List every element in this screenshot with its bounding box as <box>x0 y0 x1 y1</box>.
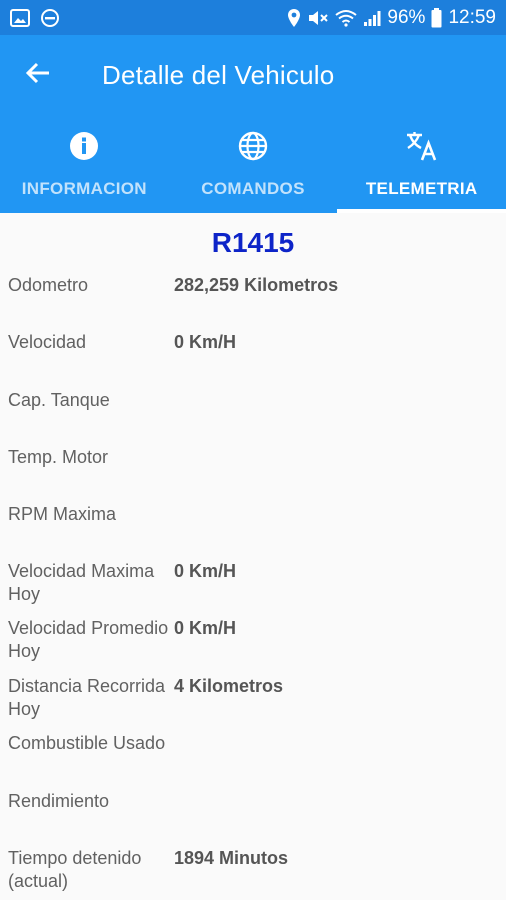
telemetry-value: 0 Km/H <box>174 618 237 638</box>
telemetry-row-combustible-usado: Combustible Usado <box>0 732 506 755</box>
telemetry-label: Temp. Motor <box>8 447 109 467</box>
telemetry-label: Tiempo detenido (actual) <box>8 848 142 891</box>
arrow-back-icon <box>25 61 51 90</box>
back-button[interactable] <box>8 45 68 105</box>
telemetry-value: 4 Kilometros <box>174 676 284 696</box>
tab-label: COMANDOS <box>201 179 305 198</box>
telemetry-label: Distancia Recorrida Hoy <box>8 676 166 719</box>
telemetry-label: Combustible Usado <box>8 733 166 753</box>
mute-icon <box>307 8 329 28</box>
tab-bar: INFORMACION COMANDOS TELEMETRIA <box>0 115 506 213</box>
telemetry-label: Rendimiento <box>8 791 110 811</box>
tab-telemetria[interactable]: TELEMETRIA <box>337 115 506 213</box>
telemetry-row-velocidad-maxima-hoy: Velocidad Maxima Hoy 0 Km/H <box>0 560 506 606</box>
telemetry-row-odometro: Odometro 282,259 Kilometros <box>0 274 506 297</box>
telemetry-row-rpm-maxima: RPM Maxima <box>0 503 506 526</box>
do-not-disturb-icon <box>40 8 60 28</box>
status-bar: 96% 12:59 <box>0 0 506 35</box>
telemetry-label: Odometro <box>8 275 89 295</box>
telemetry-row-distancia-recorrida-hoy: Distancia Recorrida Hoy 4 Kilometros <box>0 675 506 721</box>
signal-icon <box>363 9 381 27</box>
telemetry-label: Velocidad <box>8 332 87 352</box>
telemetry-label: Cap. Tanque <box>8 390 110 410</box>
tab-label: TELEMETRIA <box>365 179 478 198</box>
telemetry-label: Velocidad Promedio Hoy <box>8 618 169 661</box>
tab-comandos[interactable]: COMANDOS <box>169 115 338 213</box>
battery-percent: 96% <box>387 6 426 28</box>
telemetry-row-cap-tanque: Cap. Tanque <box>0 389 506 412</box>
telemetry-label: RPM Maxima <box>8 504 117 524</box>
telemetry-value: 1894 Minutos <box>174 848 289 868</box>
tab-informacion[interactable]: INFORMACION <box>0 115 169 213</box>
app-bar: Detalle del Vehiculo <box>0 35 506 115</box>
wifi-icon <box>335 9 358 27</box>
image-icon <box>10 8 30 27</box>
telemetry-row-rendimiento: Rendimiento <box>0 790 506 813</box>
translate-icon <box>405 129 439 163</box>
telemetry-label: Velocidad Maxima Hoy <box>8 561 155 604</box>
vehicle-id: R1415 <box>211 227 295 258</box>
telemetry-row-velocidad: Velocidad 0 Km/H <box>0 331 506 354</box>
telemetry-row-velocidad-promedio-hoy: Velocidad Promedio Hoy 0 Km/H <box>0 617 506 663</box>
telemetry-value: 282,259 Kilometros <box>174 275 339 295</box>
telemetry-panel: R1415 Odometro 282,259 Kilometros Veloci… <box>0 213 506 900</box>
telemetry-value: 0 Km/H <box>174 332 237 352</box>
telemetry-row-tiempo-detenido: Tiempo detenido (actual) 1894 Minutos <box>0 847 506 893</box>
location-icon <box>287 8 301 28</box>
telemetry-value: 0 Km/H <box>174 561 237 581</box>
page-title: Detalle del Vehiculo <box>102 59 335 90</box>
info-icon <box>69 129 99 163</box>
tab-label: INFORMACION <box>21 179 147 198</box>
globe-icon <box>238 129 268 163</box>
telemetry-row-temp-motor: Temp. Motor <box>0 446 506 469</box>
battery-icon <box>431 7 442 28</box>
clock: 12:59 <box>448 6 496 28</box>
